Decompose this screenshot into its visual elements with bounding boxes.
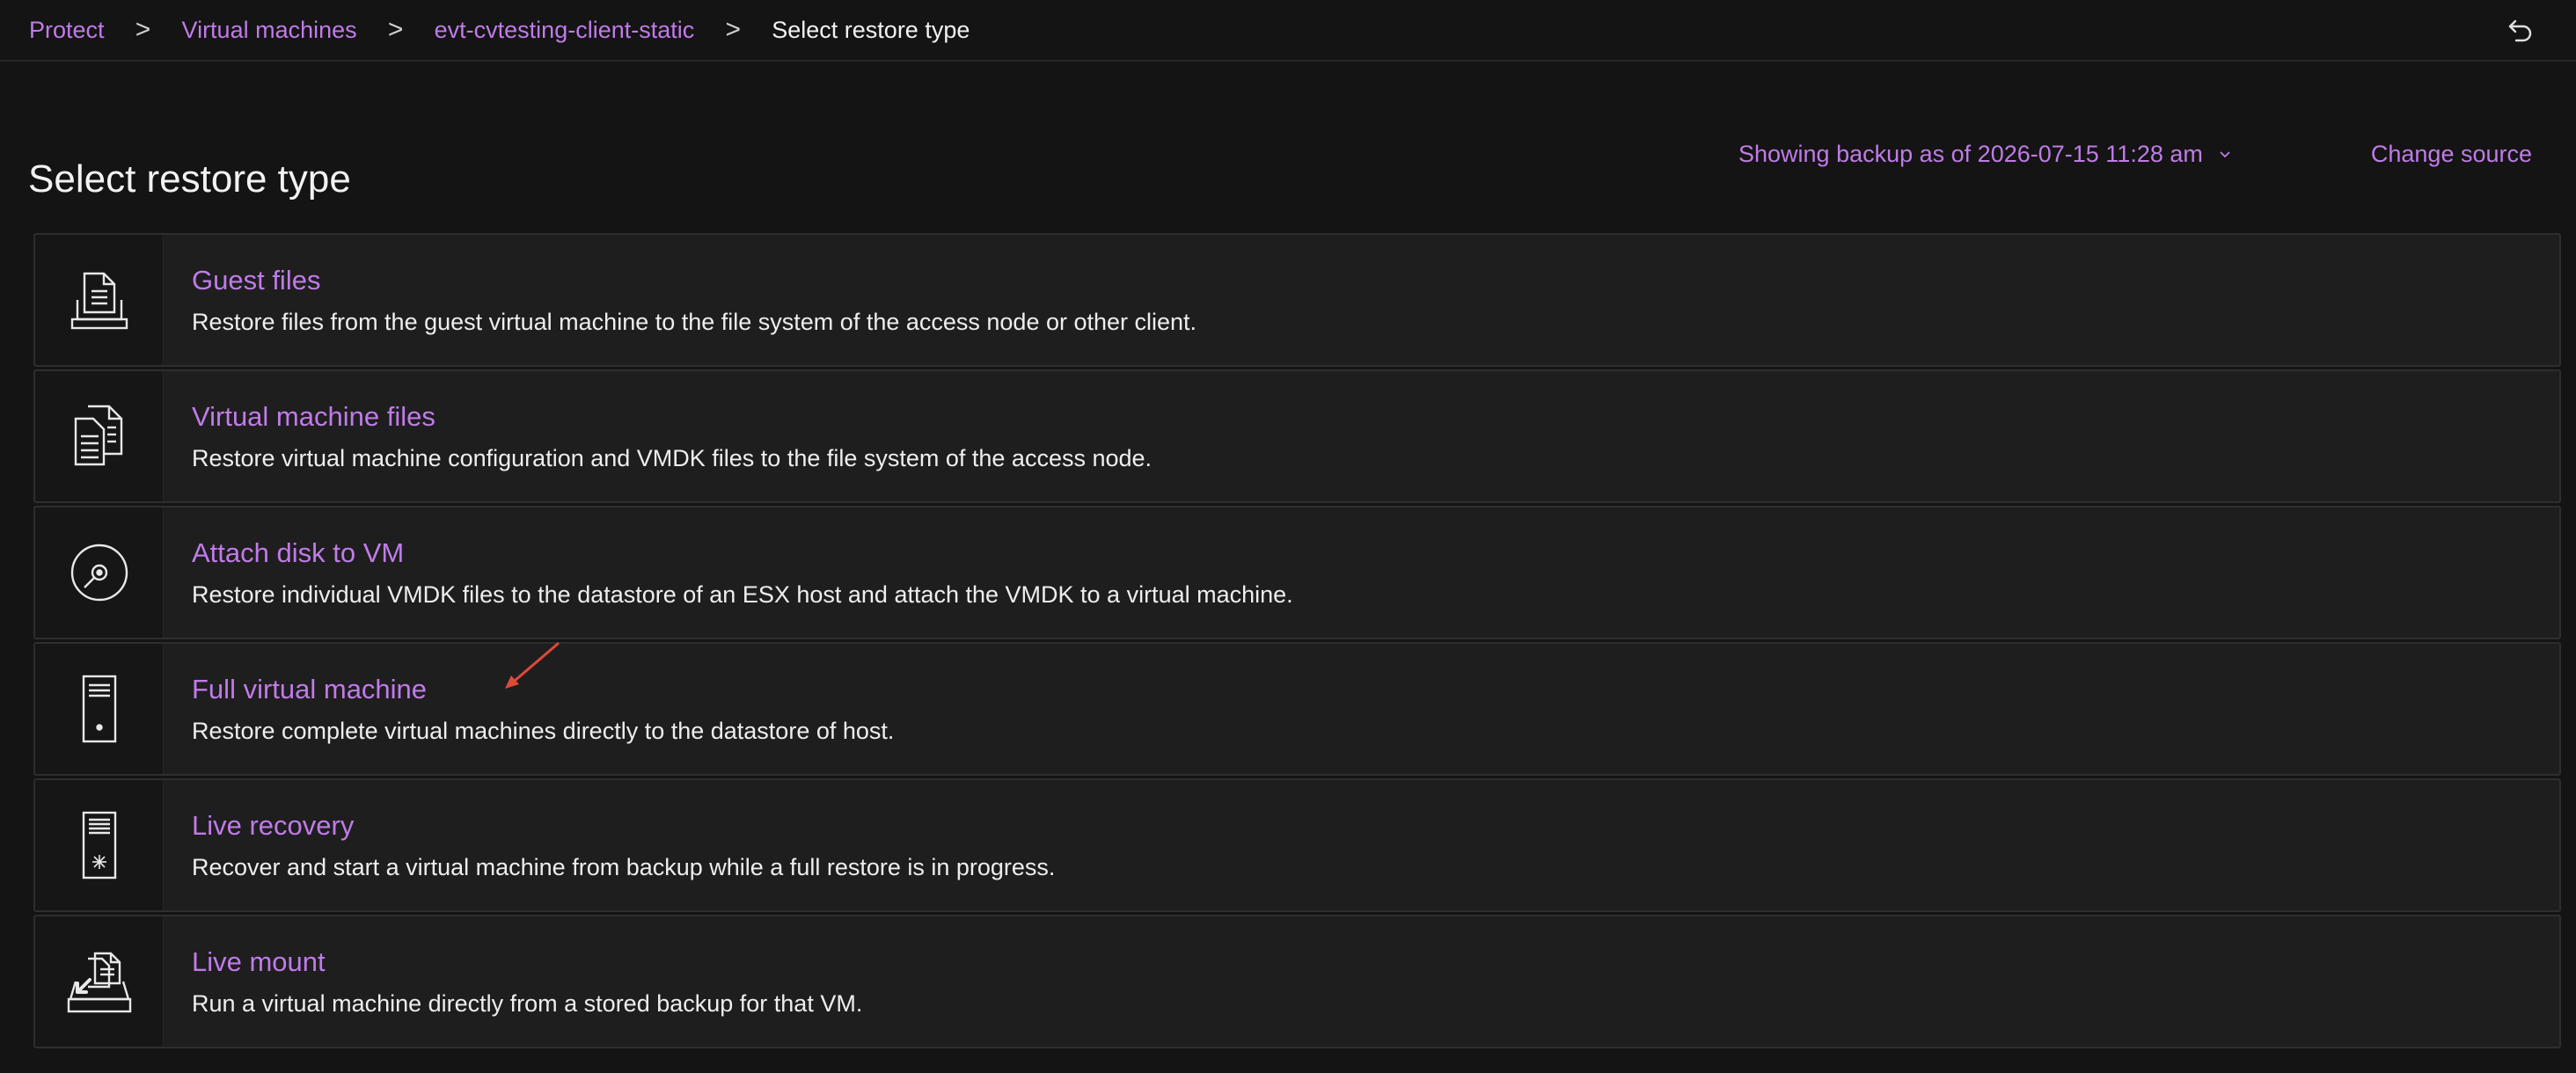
option-description: Run a virtual machine directly from a st…: [192, 989, 863, 1017]
option-description: Recover and start a virtual machine from…: [192, 853, 1056, 880]
restore-options-list: Guest files Restore files from the guest…: [33, 233, 2561, 1051]
option-full-virtual-machine[interactable]: Full virtual machine Restore complete vi…: [33, 642, 2561, 776]
annotation-arrow-icon: [505, 642, 560, 689]
option-description: Restore virtual machine configuration an…: [192, 444, 1153, 471]
breadcrumb-client[interactable]: evt-cvtesting-client-static: [435, 17, 695, 44]
chevron-down-icon: [2219, 150, 2231, 159]
option-title: Virtual machine files: [192, 400, 435, 432]
breadcrumb-separator: >: [725, 15, 742, 44]
undo-icon[interactable]: [2504, 13, 2537, 47]
backup-date-selector[interactable]: Showing backup as of 2026-07-15 11:28 am: [1738, 141, 2231, 168]
top-bar: Protect > Virtual machines > evt-cvtesti…: [0, 0, 2576, 62]
change-source-link[interactable]: Change source: [2371, 141, 2532, 168]
restore-type-page: Protect > Virtual machines > evt-cvtesti…: [0, 0, 2576, 1073]
option-description: Restore complete virtual machines direct…: [192, 717, 895, 744]
option-title: Attach disk to VM: [192, 536, 405, 568]
option-text: Live recovery Recover and start a virtua…: [164, 780, 1055, 910]
option-text: Attach disk to VM Restore individual VMD…: [164, 507, 1293, 638]
guest-files-icon: [35, 235, 164, 365]
option-live-recovery[interactable]: Live recovery Recover and start a virtua…: [33, 778, 2561, 912]
breadcrumb-protect[interactable]: Protect: [29, 17, 105, 44]
option-text: Virtual machine files Restore virtual ma…: [164, 371, 1152, 501]
breadcrumb-virtual-machines[interactable]: Virtual machines: [182, 17, 357, 44]
breadcrumb-separator: >: [135, 15, 151, 44]
backup-date-label: Showing backup as of 2026-07-15 11:28 am: [1738, 141, 2203, 167]
option-text: Guest files Restore files from the guest…: [164, 235, 1197, 365]
option-title: Guest files: [192, 264, 321, 296]
option-attach-disk[interactable]: Attach disk to VM Restore individual VMD…: [33, 506, 2561, 639]
breadcrumb-separator: >: [387, 15, 404, 44]
option-live-mount[interactable]: Live mount Run a virtual machine directl…: [33, 915, 2561, 1048]
page-title: Select restore type: [28, 157, 351, 201]
option-title: Live recovery: [192, 809, 355, 841]
vm-files-icon: [35, 371, 164, 501]
live-recovery-icon: [35, 780, 164, 910]
option-virtual-machine-files[interactable]: Virtual machine files Restore virtual ma…: [33, 369, 2561, 503]
option-text: Live mount Run a virtual machine directl…: [164, 916, 862, 1047]
breadcrumb-current: Select restore type: [772, 16, 970, 43]
option-description: Restore files from the guest virtual mac…: [192, 308, 1197, 335]
breadcrumb: Protect > Virtual machines > evt-cvtesti…: [29, 15, 970, 45]
live-mount-icon: [35, 916, 164, 1047]
server-icon: [35, 644, 164, 774]
disk-icon: [35, 507, 164, 638]
option-title: Live mount: [192, 945, 326, 977]
option-description: Restore individual VMDK files to the dat…: [192, 580, 1293, 608]
option-guest-files[interactable]: Guest files Restore files from the guest…: [33, 233, 2561, 367]
